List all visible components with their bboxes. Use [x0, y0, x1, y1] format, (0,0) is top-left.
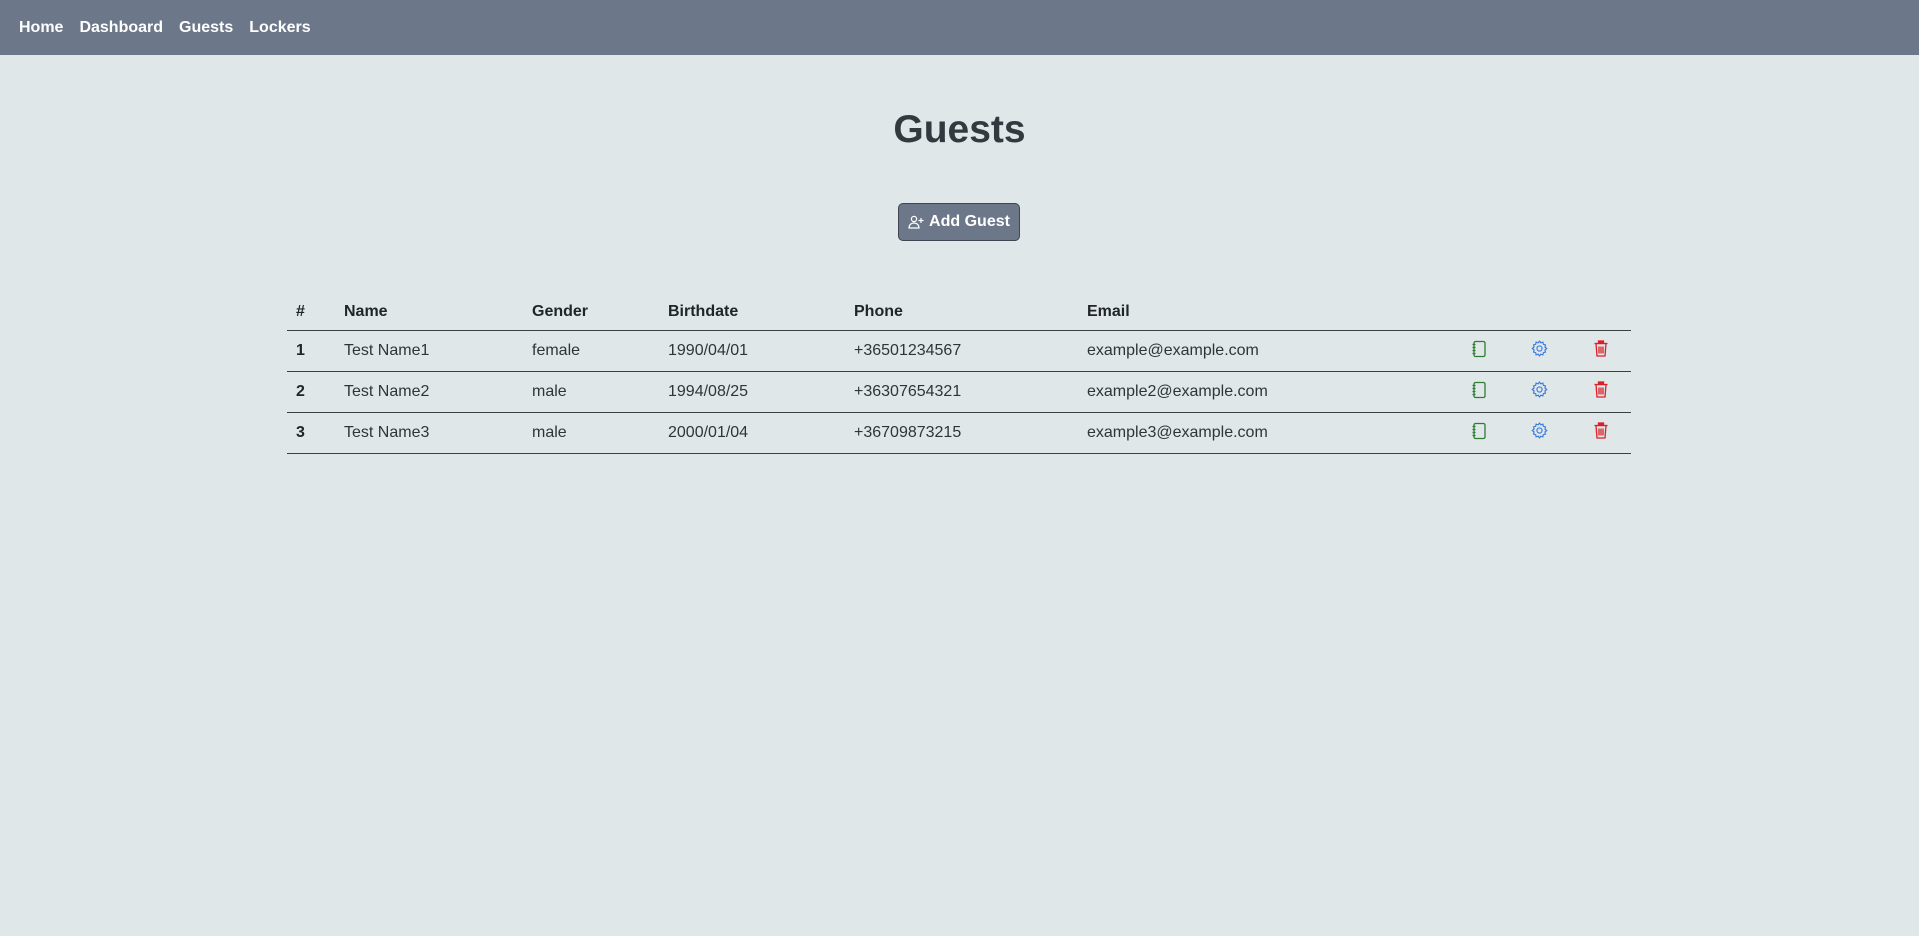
edit-cell — [1509, 371, 1570, 413]
top-navbar: Home Dashboard Guests Lockers — [0, 0, 1919, 55]
guest-email: example2@example.com — [1078, 371, 1448, 413]
guest-birthdate: 2000/01/04 — [659, 412, 845, 454]
guest-phone: +36501234567 — [845, 330, 1078, 372]
guest-phone: +36709873215 — [845, 412, 1078, 454]
page-title: Guests — [893, 108, 1026, 151]
guest-gender: female — [523, 330, 659, 372]
guest-gender: male — [523, 371, 659, 413]
delete-cell — [1570, 412, 1631, 454]
notebook-icon[interactable] — [1471, 340, 1487, 363]
gear-icon[interactable] — [1531, 381, 1548, 403]
edit-cell — [1509, 412, 1570, 454]
table-row: 2 Test Name2 male 1994/08/25 +3630765432… — [287, 371, 1631, 413]
table-row: 3 Test Name3 male 2000/01/04 +3670987321… — [287, 412, 1631, 454]
add-guest-button-label: Add Guest — [929, 213, 1010, 230]
guest-name: Test Name2 — [335, 371, 523, 413]
delete-cell — [1570, 330, 1631, 372]
table-header-row: # Name Gender Birthdate Phone Email — [287, 293, 1631, 331]
add-person-icon — [908, 215, 924, 229]
guest-email: example3@example.com — [1078, 412, 1448, 454]
nav-dashboard-link[interactable]: Dashboard — [79, 19, 163, 37]
guest-email: example@example.com — [1078, 330, 1448, 372]
column-header-birthdate: Birthdate — [659, 293, 845, 331]
guest-phone: +36307654321 — [845, 371, 1078, 413]
nav-guests-link[interactable]: Guests — [179, 19, 233, 37]
row-index: 3 — [287, 412, 335, 454]
column-header-details — [1448, 293, 1509, 331]
add-guest-button[interactable]: Add Guest — [898, 203, 1020, 241]
guests-table: # Name Gender Birthdate Phone Email 1 Te… — [287, 293, 1631, 454]
column-header-email: Email — [1078, 293, 1448, 331]
guest-name: Test Name3 — [335, 412, 523, 454]
trash-icon[interactable] — [1593, 381, 1609, 403]
column-header-name: Name — [335, 293, 523, 331]
details-cell — [1448, 371, 1509, 413]
column-header-gender: Gender — [523, 293, 659, 331]
nav-home-link[interactable]: Home — [19, 19, 63, 37]
notebook-icon[interactable] — [1471, 381, 1487, 404]
gear-icon[interactable] — [1531, 422, 1548, 444]
guest-name: Test Name1 — [335, 330, 523, 372]
trash-icon[interactable] — [1593, 340, 1609, 362]
details-cell — [1448, 412, 1509, 454]
guest-birthdate: 1994/08/25 — [659, 371, 845, 413]
column-header-edit — [1509, 293, 1570, 331]
column-header-phone: Phone — [845, 293, 1078, 331]
guest-gender: male — [523, 412, 659, 454]
details-cell — [1448, 330, 1509, 372]
nav-lockers-link[interactable]: Lockers — [249, 19, 310, 37]
notebook-icon[interactable] — [1471, 422, 1487, 445]
column-header-index: # — [287, 293, 335, 331]
guest-birthdate: 1990/04/01 — [659, 330, 845, 372]
edit-cell — [1509, 330, 1570, 372]
row-index: 1 — [287, 330, 335, 372]
column-header-delete — [1570, 293, 1631, 331]
trash-icon[interactable] — [1593, 422, 1609, 444]
delete-cell — [1570, 371, 1631, 413]
table-row: 1 Test Name1 female 1990/04/01 +36501234… — [287, 330, 1631, 372]
gear-icon[interactable] — [1531, 340, 1548, 362]
row-index: 2 — [287, 371, 335, 413]
